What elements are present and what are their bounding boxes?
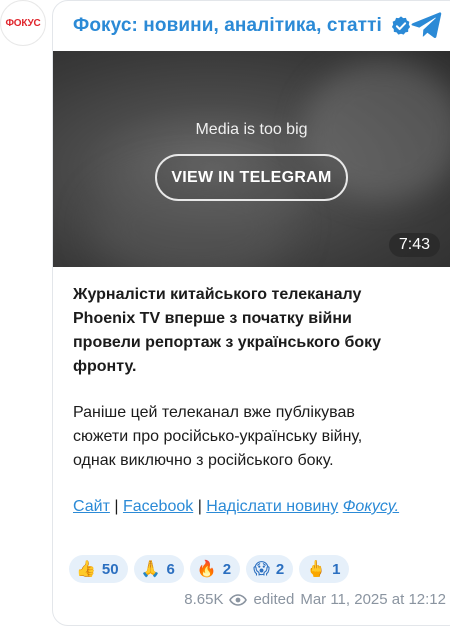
middle-finger-icon: 🖕	[306, 561, 327, 578]
message-card: Фокус: новини, аналітика, статті Media i…	[52, 0, 450, 626]
reaction-pray[interactable]: 🙏 6	[133, 555, 184, 583]
reaction-count: 6	[166, 560, 175, 578]
link-separator: |	[197, 498, 207, 515]
site-link[interactable]: Сайт	[73, 498, 110, 515]
scream-icon: 😱	[253, 561, 270, 578]
message-meta: 8.65K edited Mar 11, 2025 at 12:12	[184, 591, 446, 608]
brand-link[interactable]: Фокусу.	[343, 498, 399, 515]
reaction-count: 1	[332, 560, 341, 578]
reaction-fire[interactable]: 🔥 2	[189, 555, 241, 583]
eye-icon	[229, 593, 248, 606]
view-in-telegram-button[interactable]: VIEW IN TELEGRAM	[155, 154, 348, 201]
channel-title[interactable]: Фокус: новини, аналітика, статті	[73, 15, 382, 37]
post-body: Раніше цей телеканал вже публікував сюже…	[73, 404, 363, 469]
submit-news-link[interactable]: Надіслати новину	[206, 498, 338, 515]
facebook-link[interactable]: Facebook	[123, 498, 193, 515]
fire-icon: 🔥	[196, 561, 217, 578]
post-links: Сайт | Facebook | Надіслати новину Фокус…	[73, 495, 403, 519]
telegram-icon[interactable]	[410, 11, 442, 39]
edited-label: edited	[253, 591, 295, 608]
message-text: Журналісти китайського телеканалу Phoeni…	[73, 283, 403, 519]
view-count: 8.65K	[184, 591, 224, 608]
media-preview[interactable]: Media is too big VIEW IN TELEGRAM 7:43	[53, 51, 450, 267]
reaction-scream[interactable]: 😱 2	[246, 555, 294, 583]
reaction-middle-finger[interactable]: 🖕 1	[299, 555, 350, 583]
link-separator: |	[114, 498, 123, 515]
pray-icon: 🙏	[140, 561, 161, 578]
media-too-big-label: Media is too big	[195, 121, 308, 138]
message-date: Mar 11, 2025 at 12:12	[300, 591, 446, 608]
reactions-bar: 👍 50 🙏 6 🔥 2 😱 2 🖕 1	[69, 555, 350, 583]
thumbs-up-icon: 👍	[76, 561, 96, 578]
message-header: Фокус: новини, аналітика, статті	[53, 1, 450, 51]
video-duration-badge: 7:43	[388, 233, 440, 257]
reaction-count: 2	[275, 560, 285, 578]
post-lead: Журналісти китайського телеканалу Phoeni…	[73, 286, 382, 375]
verified-icon	[391, 16, 410, 35]
reaction-count: 2	[222, 560, 232, 578]
reaction-thumbs-up[interactable]: 👍 50	[69, 555, 128, 583]
avatar-text: ФОКУС	[5, 17, 41, 29]
reaction-count: 50	[101, 560, 119, 578]
channel-avatar[interactable]: ФОКУС	[0, 0, 46, 46]
